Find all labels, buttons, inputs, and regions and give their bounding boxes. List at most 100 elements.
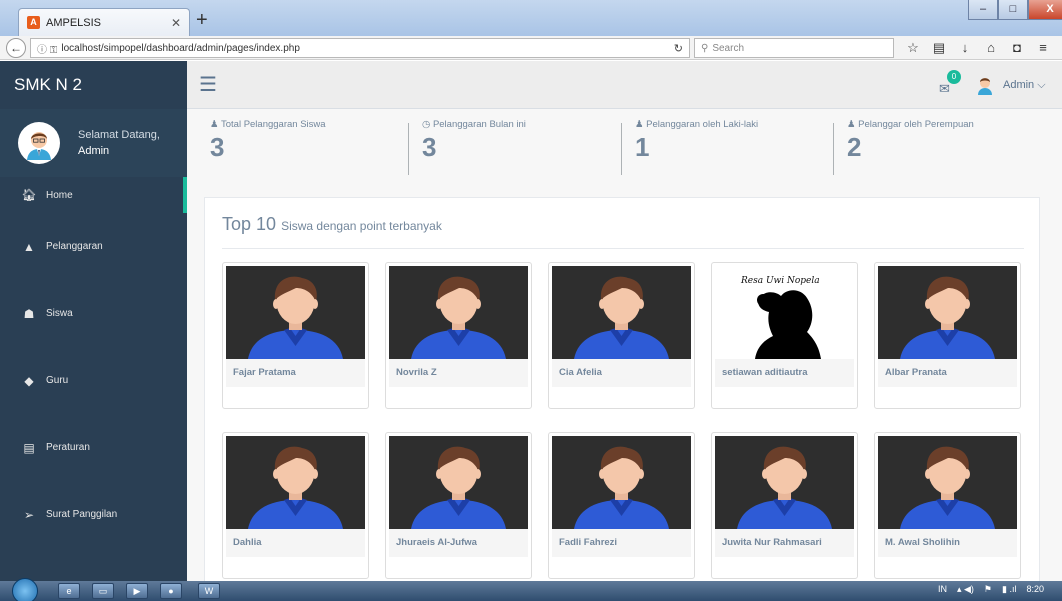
tags-icon: ◆	[24, 373, 34, 388]
student-photo	[389, 266, 528, 359]
stat-label: Total Pelanggaran Siswa	[220, 119, 326, 130]
volume-icon[interactable]: ▴ ◀)	[957, 584, 974, 595]
clock[interactable]: 8:20	[1026, 584, 1044, 595]
envelope-icon[interactable]: ✉	[939, 81, 950, 97]
sidebar-item-home[interactable]: 🏠︎ Home	[0, 177, 187, 213]
brand-title[interactable]: SMK N 2	[0, 61, 187, 109]
stat-laki-laki: ♟ Pelanggaran oleh Laki-laki 1	[635, 119, 847, 179]
student-card[interactable]: Novrila Z	[385, 262, 532, 409]
person-avatar-icon	[737, 446, 832, 529]
browser-toolbar: ☆ ▤ ↓ ⌂ ◘ ≡	[900, 38, 1056, 58]
welcome-text: Selamat Datang, Admin	[78, 127, 160, 159]
browser-tab[interactable]: A AMPELSIS ✕	[18, 8, 190, 36]
hamburger-menu-icon[interactable]: ☰	[199, 75, 217, 95]
ear	[599, 469, 605, 479]
student-name: Fadli Fahrezi	[552, 529, 691, 557]
person-avatar-icon	[574, 446, 669, 529]
student-card[interactable]: Resa Uwi Nopela setiawan aditiautra	[711, 262, 858, 409]
minimize-button[interactable]: –	[968, 0, 998, 20]
stat-value: 1	[635, 132, 650, 162]
student-name: Fajar Pratama	[226, 359, 365, 387]
media-player-icon[interactable]: ▶	[126, 583, 148, 599]
pocket-icon[interactable]: ◘	[1004, 38, 1030, 58]
window-close-button[interactable]: X	[1028, 0, 1062, 20]
stat-label: Pelanggar oleh Perempuan	[858, 119, 974, 130]
student-photo	[226, 266, 365, 359]
student-photo-silhouette: Resa Uwi Nopela	[715, 266, 854, 359]
student-card[interactable]: M. Awal Sholihin	[874, 432, 1021, 579]
start-button[interactable]	[12, 578, 38, 601]
list-icon: ▤	[23, 440, 35, 455]
divider	[833, 123, 834, 175]
sidebar-item-siswa[interactable]: ☗ Siswa	[0, 280, 187, 347]
welcome-user: Admin	[78, 145, 110, 157]
sidebar-item-peraturan[interactable]: ▤ Peraturan	[0, 414, 187, 481]
avatar	[18, 122, 60, 164]
word-icon[interactable]: W	[198, 583, 220, 599]
flag-icon[interactable]: ⚑	[984, 584, 992, 595]
ear	[638, 299, 644, 309]
ie-icon[interactable]: e	[58, 583, 80, 599]
divider	[408, 123, 409, 175]
menu-icon[interactable]: ≡	[1030, 38, 1056, 58]
ear	[475, 469, 481, 479]
firefox-icon[interactable]: ●	[160, 583, 182, 599]
student-card[interactable]: Fajar Pratama	[222, 262, 369, 409]
student-card[interactable]: Cia Afelia	[548, 262, 695, 409]
student-photo	[226, 436, 365, 529]
student-card[interactable]: Albar Pranata	[874, 262, 1021, 409]
home-icon[interactable]: ⌂	[978, 38, 1004, 58]
user-icon: ♟	[847, 119, 859, 130]
browser-titlebar: A AMPELSIS ✕ + – □ X	[0, 0, 1062, 36]
woman-silhouette-icon: Resa Uwi Nopela	[740, 276, 821, 359]
photo-caption: Resa Uwi Nopela	[740, 276, 820, 286]
windows-taskbar: e ▭ ▶ ● W IN ▴ ◀) ⚑ ▮ .ıl 8:20	[0, 578, 1062, 601]
ear	[436, 299, 442, 309]
back-arrow-icon[interactable]: ←	[6, 38, 26, 58]
panel-title: Top 10 Siswa dengan point terbanyak	[222, 214, 442, 235]
student-card[interactable]: Fadli Fahrezi	[548, 432, 695, 579]
system-tray: IN ▴ ◀) ⚑ ▮ .ıl 8:20	[938, 584, 1044, 595]
student-card[interactable]: Jhuraeis Al-Jufwa	[385, 432, 532, 579]
student-photo	[552, 436, 691, 529]
tab-title: AMPELSIS	[46, 16, 102, 29]
browser-navbar: ← ⓘ ⚿ localhost/simpopel/dashboard/admin…	[0, 36, 1062, 60]
sidebar-item-guru[interactable]: ◆ Guru	[0, 347, 187, 414]
student-name: Albar Pranata	[878, 359, 1017, 387]
close-icon[interactable]: ✕	[171, 16, 181, 30]
address-bar[interactable]: ⓘ ⚿ localhost/simpopel/dashboard/admin/p…	[30, 38, 690, 58]
ear	[436, 469, 442, 479]
panel-title-sub: Siswa dengan point terbanyak	[281, 219, 442, 233]
download-icon[interactable]: ↓	[952, 38, 978, 58]
stat-value: 3	[422, 132, 437, 162]
sidebar: SMK N 2 Selamat Datang, Admin 🏠︎ Home ▲ …	[0, 61, 187, 581]
search-placeholder: Search	[712, 42, 745, 54]
site-info-icon[interactable]: ⓘ ⚿	[37, 41, 57, 56]
stat-bulan-ini: ◷ Pelanggaran Bulan ini 3	[422, 119, 634, 179]
chevron-down-icon: ⌵	[1037, 79, 1046, 91]
stat-total-pelanggaran: ♟ Total Pelanggaran Siswa 3	[210, 119, 422, 179]
student-name: Juwita Nur Rahmasari	[715, 529, 854, 557]
language-indicator[interactable]: IN	[938, 584, 947, 595]
user-dropdown-label: Admin	[1003, 79, 1035, 91]
explorer-icon[interactable]: ▭	[92, 583, 114, 599]
sidebar-item-pelanggaran[interactable]: ▲ Pelanggaran	[0, 213, 187, 280]
student-photo	[878, 266, 1017, 359]
search-input[interactable]: ⚲ Search	[694, 38, 894, 58]
student-card[interactable]: Dahlia	[222, 432, 369, 579]
reload-icon[interactable]: ↻	[674, 42, 683, 55]
ear	[475, 299, 481, 309]
person-avatar-icon	[900, 276, 995, 359]
person-avatar-icon	[900, 446, 995, 529]
clipboard-icon[interactable]: ▤	[926, 38, 952, 58]
student-card[interactable]: Juwita Nur Rahmasari	[711, 432, 858, 579]
network-icon[interactable]: ▮ .ıl	[1002, 584, 1016, 595]
bookmark-star-icon[interactable]: ☆	[900, 38, 926, 58]
stats-row: ♟ Total Pelanggaran Siswa 3 ◷ Pelanggara…	[187, 109, 1062, 189]
user-avatar-icon[interactable]	[975, 75, 995, 95]
maximize-button[interactable]: □	[998, 0, 1028, 20]
user-dropdown[interactable]: Admin ⌵	[1003, 79, 1046, 92]
new-tab-plus-icon[interactable]: +	[196, 10, 208, 30]
sidebar-item-surat-panggilan[interactable]: ➢ Surat Panggilan	[0, 481, 187, 548]
stat-perempuan: ♟ Pelanggar oleh Perempuan 2	[847, 119, 1059, 179]
